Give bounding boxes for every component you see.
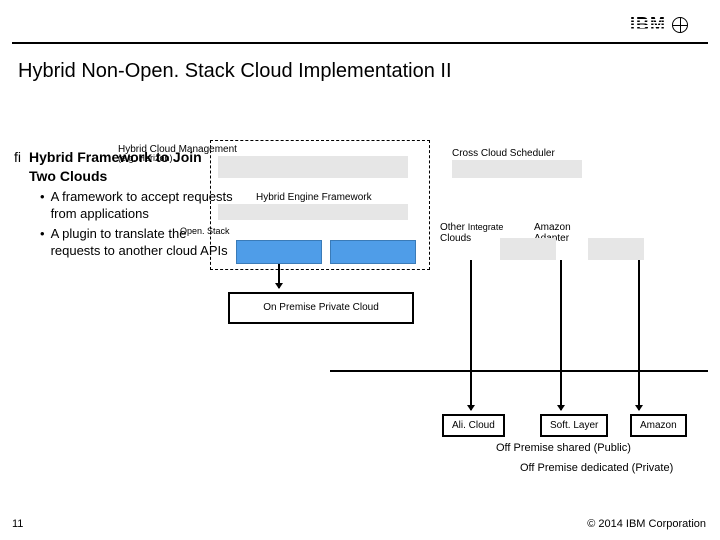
bar-cross-cloud — [452, 160, 582, 178]
copyright: © 2014 IBM Corporation — [587, 518, 706, 530]
caption-private: Off Premise dedicated (Private) — [520, 462, 673, 474]
slide-root: IBM Hybrid Non-Open. Stack Cloud Impleme… — [0, 0, 720, 540]
bar-integrate — [500, 238, 556, 260]
arrow-4 — [638, 260, 640, 410]
box-amazon: Amazon — [630, 414, 687, 437]
label-integrate: Other Integrate Clouds — [440, 222, 503, 244]
arrow-3 — [560, 260, 562, 410]
bar-hybrid-engine — [218, 204, 408, 220]
bullet-sub-1: • A framework to accept requests from ap… — [40, 188, 234, 223]
globe-icon — [672, 17, 688, 33]
arrow-1 — [278, 264, 280, 288]
slide-title: Hybrid Non-Open. Stack Cloud Implementat… — [18, 60, 452, 83]
mid-rule — [330, 370, 708, 372]
bluebox-2 — [330, 240, 416, 264]
header-rule — [12, 42, 708, 44]
box-alicloud: Ali. Cloud — [442, 414, 505, 437]
box-on-premise: On Premise Private Cloud — [228, 292, 414, 324]
bar-amazon-adapter — [588, 238, 644, 260]
bluebox-1 — [236, 240, 322, 264]
page-number: 11 — [12, 518, 23, 530]
label-openstack: Open. Stack — [180, 226, 230, 236]
caption-public: Off Premise shared (Public) — [496, 442, 631, 454]
arrow-2 — [470, 260, 472, 410]
label-cross-cloud: Cross Cloud Scheduler — [452, 148, 555, 159]
bullet-block: ﬁ Hybrid Framework to Join Two Clouds • … — [14, 148, 234, 260]
header-logo: IBM — [630, 14, 688, 35]
box-softlayer: Soft. Layer — [540, 414, 608, 437]
label-hybrid-engine: Hybrid Engine Framework — [256, 192, 372, 203]
bullet-marker: ﬁ — [14, 148, 21, 186]
ibm-logo: IBM — [630, 14, 666, 35]
bar-mgmt — [218, 156, 408, 178]
